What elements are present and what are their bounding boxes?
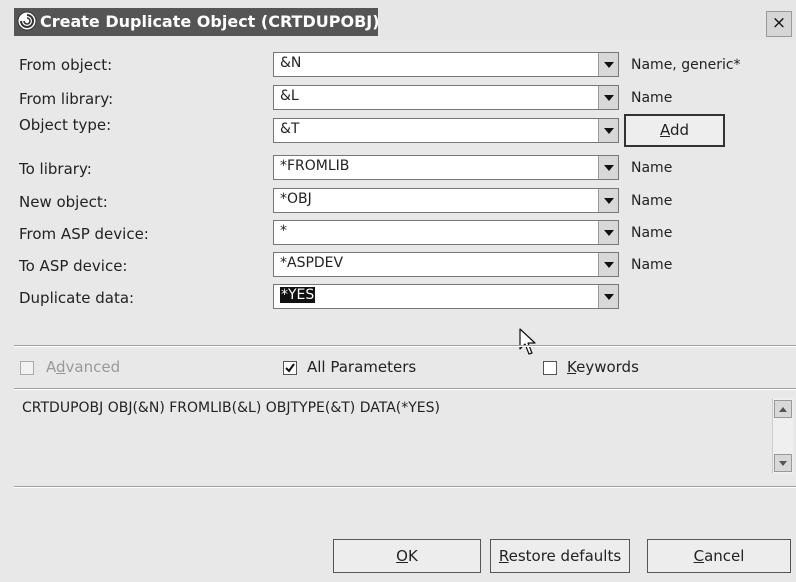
cancel-button-mnemonic: C (693, 547, 705, 565)
chevron-down-icon[interactable] (598, 86, 618, 109)
to-library-label: To library: (19, 160, 92, 178)
keywords-label-rest: eywords (576, 358, 639, 376)
title-bar: Create Duplicate Object (CRTDUPOBJ) × (0, 0, 796, 40)
advanced-label: Advanced (46, 358, 120, 376)
cancel-button-label: ancel (704, 547, 745, 565)
advanced-checkbox[interactable] (20, 361, 34, 375)
add-button[interactable]: Add (624, 114, 725, 147)
chevron-down-icon[interactable] (598, 253, 618, 276)
object-type-label: Object type: (19, 116, 112, 134)
from-library-hint: Name (631, 90, 673, 106)
checkmark-icon (285, 363, 295, 373)
from-asp-device-hint: Name (631, 225, 673, 241)
new-object-hint: Name (631, 193, 673, 209)
from-object-value[interactable]: &N (280, 55, 301, 71)
from-asp-device-label: From ASP device: (19, 225, 149, 243)
chevron-down-icon[interactable] (598, 53, 618, 76)
new-object-label: New object: (19, 193, 108, 211)
from-asp-device-value[interactable]: * (280, 223, 287, 239)
new-object-combo[interactable]: *OBJ (273, 188, 619, 213)
from-object-label: From object: (19, 56, 113, 74)
command-preview-text: CRTDUPOBJ OBJ(&N) FROMLIB(&L) OBJTYPE(&T… (22, 400, 440, 416)
chevron-up-icon (779, 406, 787, 412)
all-parameters-checkbox[interactable] (283, 361, 297, 375)
mouse-pointer-icon (519, 328, 536, 355)
keywords-checkbox[interactable] (543, 361, 557, 375)
to-asp-device-combo[interactable]: *ASPDEV (273, 252, 619, 277)
new-object-value[interactable]: *OBJ (280, 191, 312, 207)
scroll-up-button[interactable] (774, 400, 792, 418)
duplicate-data-value[interactable]: *YES (280, 287, 316, 303)
command-preview-area[interactable]: CRTDUPOBJ OBJ(&N) FROMLIB(&L) OBJTYPE(&T… (14, 390, 796, 486)
to-asp-device-label: To ASP device: (19, 257, 128, 275)
ok-button-mnemonic: O (396, 547, 408, 565)
keywords-label-mnemonic: K (567, 358, 577, 376)
from-object-hint: Name, generic* (631, 57, 741, 73)
cancel-button[interactable]: Cancel (647, 539, 791, 573)
chevron-down-icon[interactable] (598, 285, 618, 308)
restore-defaults-mnemonic: R (498, 547, 509, 565)
duplicate-data-label: Duplicate data: (19, 289, 135, 307)
from-library-label: From library: (19, 90, 114, 108)
divider (14, 345, 796, 347)
ibm-spiral-icon (17, 11, 37, 31)
chevron-down-icon[interactable] (598, 119, 618, 142)
scroll-down-button[interactable] (774, 454, 792, 472)
all-parameters-label: All Parameters (307, 358, 417, 376)
to-library-value[interactable]: *FROMLIB (280, 158, 349, 174)
to-library-combo[interactable]: *FROMLIB (273, 155, 619, 180)
from-asp-device-combo[interactable]: * (273, 220, 619, 245)
from-object-combo[interactable]: &N (273, 52, 619, 77)
chevron-down-icon[interactable] (598, 189, 618, 212)
add-button-mnemonic: A (659, 121, 670, 139)
object-type-value[interactable]: &T (280, 121, 299, 137)
add-button-label: dd (669, 121, 690, 139)
chevron-down-icon (779, 460, 787, 466)
duplicate-data-combo[interactable]: *YES (273, 284, 619, 309)
window-title: Create Duplicate Object (CRTDUPOBJ) (40, 12, 380, 31)
command-scrollbar[interactable] (772, 398, 793, 474)
chevron-down-icon[interactable] (598, 156, 618, 179)
advanced-label-mnemonic: d (56, 358, 66, 376)
keywords-label: Keywords (567, 358, 639, 376)
from-library-value[interactable]: &L (280, 88, 299, 104)
restore-defaults-button[interactable]: Restore defaults (490, 539, 630, 573)
to-library-hint: Name (631, 160, 673, 176)
from-library-combo[interactable]: &L (273, 85, 619, 110)
close-button[interactable]: × (766, 11, 792, 37)
advanced-label-prefix: A (46, 358, 56, 376)
to-asp-device-value[interactable]: *ASPDEV (280, 255, 343, 271)
chevron-down-icon[interactable] (598, 221, 618, 244)
restore-defaults-label: estore defaults (508, 547, 622, 565)
ok-button[interactable]: OK (333, 539, 481, 573)
to-asp-device-hint: Name (631, 257, 673, 273)
ok-button-label: K (407, 547, 418, 565)
divider (14, 486, 796, 488)
advanced-label-rest: vanced (65, 358, 121, 376)
object-type-combo[interactable]: &T (273, 118, 619, 143)
